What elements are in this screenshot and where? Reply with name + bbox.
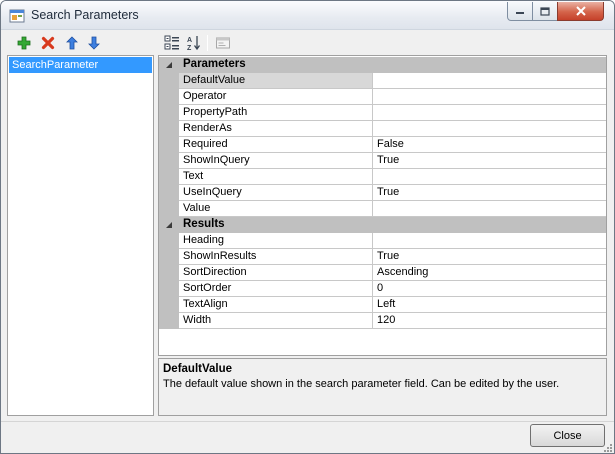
property-value[interactable]: [373, 89, 606, 105]
property-name: Text: [179, 169, 373, 185]
minimize-button[interactable]: [507, 2, 533, 21]
property-value[interactable]: True: [373, 185, 606, 201]
window-title: Search Parameters: [31, 8, 139, 22]
toolbar-separator: [207, 35, 208, 51]
property-name: PropertyPath: [179, 105, 373, 121]
property-row-propertypath[interactable]: PropertyPath: [159, 105, 606, 121]
maximize-icon: [540, 6, 550, 16]
svg-text:Z: Z: [187, 45, 192, 51]
collapse-icon[interactable]: [165, 220, 173, 228]
property-row-showinresults[interactable]: ShowInResults True: [159, 249, 606, 265]
dialog-window: Search Parameters SearchParameter A Z Pa…: [0, 0, 615, 454]
minimize-icon: [516, 12, 524, 14]
property-name: RenderAs: [179, 121, 373, 137]
list-toolbar: [10, 33, 110, 53]
property-row-sortdirection[interactable]: SortDirection Ascending: [159, 265, 606, 281]
property-value[interactable]: [373, 201, 606, 217]
plus-icon: [17, 36, 31, 50]
arrow-down-icon: [88, 36, 100, 50]
help-pane: DefaultValue The default value shown in …: [158, 358, 607, 416]
property-name: ShowInResults: [179, 249, 373, 265]
property-row-heading[interactable]: Heading: [159, 233, 606, 249]
property-value[interactable]: Ascending: [373, 265, 606, 281]
property-row-operator[interactable]: Operator: [159, 89, 606, 105]
property-name: Operator: [179, 89, 373, 105]
categorized-icon: [164, 35, 179, 50]
property-row-width[interactable]: Width 120: [159, 313, 606, 329]
property-name: TextAlign: [179, 297, 373, 313]
divider: [1, 421, 614, 422]
svg-text:A: A: [187, 37, 192, 44]
property-grid[interactable]: Parameters DefaultValue Operator Propert…: [158, 55, 607, 356]
property-row-showinquery[interactable]: ShowInQuery True: [159, 153, 606, 169]
categorized-button[interactable]: [162, 33, 182, 53]
maximize-button[interactable]: [532, 2, 558, 21]
property-row-value[interactable]: Value: [159, 201, 606, 217]
delete-x-icon: [41, 36, 55, 50]
app-icon: [9, 8, 25, 24]
category-row-parameters[interactable]: Parameters: [159, 57, 606, 73]
property-row-textalign[interactable]: TextAlign Left: [159, 297, 606, 313]
property-value[interactable]: [373, 233, 606, 249]
property-row-required[interactable]: Required False: [159, 137, 606, 153]
property-value[interactable]: 0: [373, 281, 606, 297]
arrow-up-icon: [66, 36, 78, 50]
help-description: The default value shown in the search pa…: [163, 378, 560, 390]
property-grid-toolbar: A Z: [159, 32, 608, 54]
property-value[interactable]: [373, 73, 606, 89]
property-name: Required: [179, 137, 373, 153]
property-row-useinquery[interactable]: UseInQuery True: [159, 185, 606, 201]
parameter-list[interactable]: SearchParameter: [7, 55, 154, 416]
category-label: Results: [183, 218, 225, 230]
property-value[interactable]: [373, 105, 606, 121]
remove-button[interactable]: [38, 33, 58, 53]
property-row-sortorder[interactable]: SortOrder 0: [159, 281, 606, 297]
property-name: Value: [179, 201, 373, 217]
category-row-results[interactable]: Results: [159, 217, 606, 233]
property-value[interactable]: True: [373, 249, 606, 265]
list-item[interactable]: SearchParameter: [9, 57, 152, 73]
help-title: DefaultValue: [163, 363, 233, 375]
property-value[interactable]: 120: [373, 313, 606, 329]
property-name: ShowInQuery: [179, 153, 373, 169]
property-value[interactable]: [373, 121, 606, 137]
close-window-button[interactable]: [557, 2, 604, 21]
collapse-icon[interactable]: [165, 60, 173, 68]
move-down-button[interactable]: [84, 33, 104, 53]
property-row-defaultvalue[interactable]: DefaultValue: [159, 73, 606, 89]
close-icon: [575, 6, 586, 16]
property-name: Width: [179, 313, 373, 329]
property-pages-icon: [216, 37, 230, 49]
property-row-text[interactable]: Text: [159, 169, 606, 185]
property-name: SortDirection: [179, 265, 373, 281]
property-value[interactable]: False: [373, 137, 606, 153]
property-row-renderas[interactable]: RenderAs: [159, 121, 606, 137]
property-value[interactable]: Left: [373, 297, 606, 313]
sort-alphabetical-icon: A Z: [187, 36, 201, 51]
alphabetical-button[interactable]: A Z: [184, 33, 204, 53]
property-pages-button[interactable]: [213, 33, 233, 53]
close-button[interactable]: Close: [530, 424, 605, 447]
title-bar: Search Parameters: [1, 1, 614, 30]
property-value[interactable]: True: [373, 153, 606, 169]
add-button[interactable]: [14, 33, 34, 53]
property-name: UseInQuery: [179, 185, 373, 201]
property-value[interactable]: [373, 169, 606, 185]
property-name: SortOrder: [179, 281, 373, 297]
property-name: DefaultValue: [179, 73, 373, 89]
property-name: Heading: [179, 233, 373, 249]
category-label: Parameters: [183, 58, 246, 70]
resize-grip-icon[interactable]: [602, 442, 613, 453]
move-up-button[interactable]: [62, 33, 82, 53]
